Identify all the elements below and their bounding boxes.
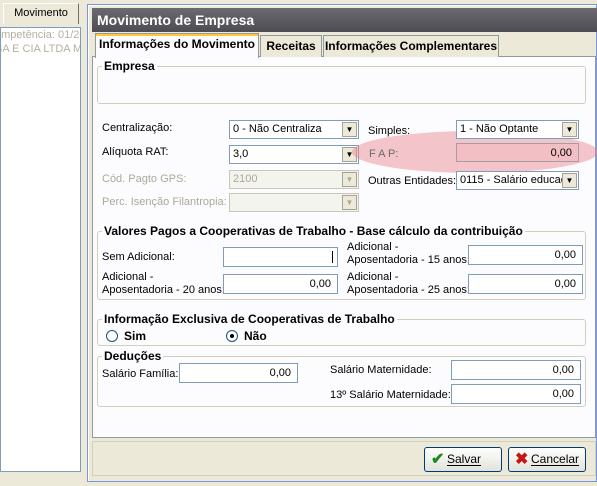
tab-informacoes-movimento[interactable]: Informações do Movimento (95, 33, 259, 58)
checkmark-icon: ✔ (431, 451, 445, 468)
chevron-down-icon[interactable]: ▼ (562, 122, 577, 137)
adic-25-label-line1: Adicional - (347, 271, 399, 283)
save-button-label: Salvar (447, 452, 482, 466)
list-item[interactable]: ompetência: 01/20 (1, 28, 80, 42)
salario-maternidade-input[interactable]: 0,00 (451, 360, 581, 380)
dialog-title: Movimento de Empresa (92, 8, 597, 32)
cod-pagto-gps-label: Cód. Pagto GPS: (102, 173, 187, 185)
adic-15-label-line2: Aposentadoria - 15 anos: (347, 254, 470, 266)
deducoes-legend: Deduções (102, 349, 164, 363)
save-button[interactable]: ✔ Salvar (424, 447, 502, 472)
cooperativas-legend: Valores Pagos a Cooperativas de Trabalho… (102, 224, 525, 238)
text-cursor (332, 251, 333, 264)
fap-label: F A P: (369, 148, 399, 160)
decimo-terceiro-maternidade-input[interactable]: 0,00 (451, 384, 581, 404)
cod-pagto-gps-value: 2100 (233, 173, 258, 185)
fap-input[interactable]: 0,00 (456, 143, 579, 162)
perc-isencao-select: ▼ (229, 193, 359, 212)
centralizacao-label: Centralização: (102, 122, 173, 134)
radio-nao-label[interactable]: Não (244, 329, 267, 343)
outras-entidades-label: Outras Entidades: (368, 175, 457, 187)
salario-familia-input[interactable]: 0,00 (179, 363, 298, 383)
empresa-legend: Empresa (102, 59, 157, 73)
adic-25-input[interactable]: 0,00 (468, 274, 583, 294)
cancel-button[interactable]: ✖ Cancelar (508, 447, 586, 472)
adic-20-input[interactable]: 0,00 (223, 274, 338, 294)
centralizacao-value: 0 - Não Centraliza (233, 123, 322, 135)
radio-nao[interactable] (226, 330, 238, 342)
exclusiva-legend: Informação Exclusiva de Cooperativas de … (102, 312, 397, 326)
adic-15-label: Adicional - Aposentadoria - 15 anos: (347, 241, 470, 267)
simples-value: 1 - Não Optante (460, 123, 539, 135)
chevron-down-icon: ▼ (342, 195, 357, 210)
simples-select[interactable]: 1 - Não Optante ▼ (456, 120, 579, 139)
adic-15-input[interactable]: 0,00 (468, 245, 583, 265)
perc-isencao-label: Perc. Isenção Filantropia: (102, 196, 227, 208)
adic-20-label: Adicional - Aposentadoria - 20 anos: (102, 271, 225, 297)
tab-movimento[interactable]: Movimento (3, 3, 79, 24)
cod-pagto-gps-select: 2100 ▼ (229, 170, 359, 189)
adic-25-label-line2: Aposentadoria - 25 anos: (347, 284, 470, 296)
chevron-down-icon[interactable]: ▼ (342, 122, 357, 137)
adic-20-label-line1: Adicional - (102, 271, 154, 283)
salario-familia-label: Salário Família: (102, 368, 179, 380)
radio-sim-label[interactable]: Sim (124, 329, 146, 343)
list-item[interactable]: BA E CIA LTDA M (1, 42, 80, 56)
background-list[interactable]: ompetência: 01/20 BA E CIA LTDA M (0, 27, 81, 472)
chevron-down-icon: ▼ (342, 172, 357, 187)
centralizacao-select[interactable]: 0 - Não Centraliza ▼ (229, 120, 359, 139)
outras-entidades-value: 0115 - Salário educaç (460, 174, 567, 186)
adic-15-label-line1: Adicional - (347, 241, 399, 253)
aliquota-rat-label: Alíquota RAT: (102, 146, 169, 158)
decimo-terceiro-maternidade-label: 13º Salário Maternidade: (330, 389, 451, 401)
aliquota-rat-select[interactable]: 3,0 ▼ (229, 145, 359, 164)
x-icon: ✖ (515, 451, 529, 468)
chevron-down-icon[interactable]: ▼ (562, 173, 577, 188)
salario-maternidade-label: Salário Maternidade: (330, 364, 432, 376)
radio-selected-dot (230, 334, 234, 338)
outras-entidades-select[interactable]: 0115 - Salário educaç ▼ (456, 171, 579, 190)
cancel-button-label: Cancelar (531, 452, 580, 466)
tab-receitas[interactable]: Receitas (260, 35, 322, 57)
radio-sim[interactable] (106, 330, 118, 342)
simples-label: Simples: (368, 125, 411, 137)
empresa-group (97, 66, 586, 104)
adic-25-label: Adicional - Aposentadoria - 25 anos: (347, 271, 470, 297)
aliquota-rat-value: 3,0 (233, 148, 249, 160)
adic-20-label-line2: Aposentadoria - 20 anos: (102, 284, 225, 296)
tab-informacoes-complementares[interactable]: Informações Complementares (323, 35, 499, 57)
sem-adicional-label: Sem Adicional: (102, 251, 175, 263)
sem-adicional-input[interactable] (223, 247, 338, 267)
